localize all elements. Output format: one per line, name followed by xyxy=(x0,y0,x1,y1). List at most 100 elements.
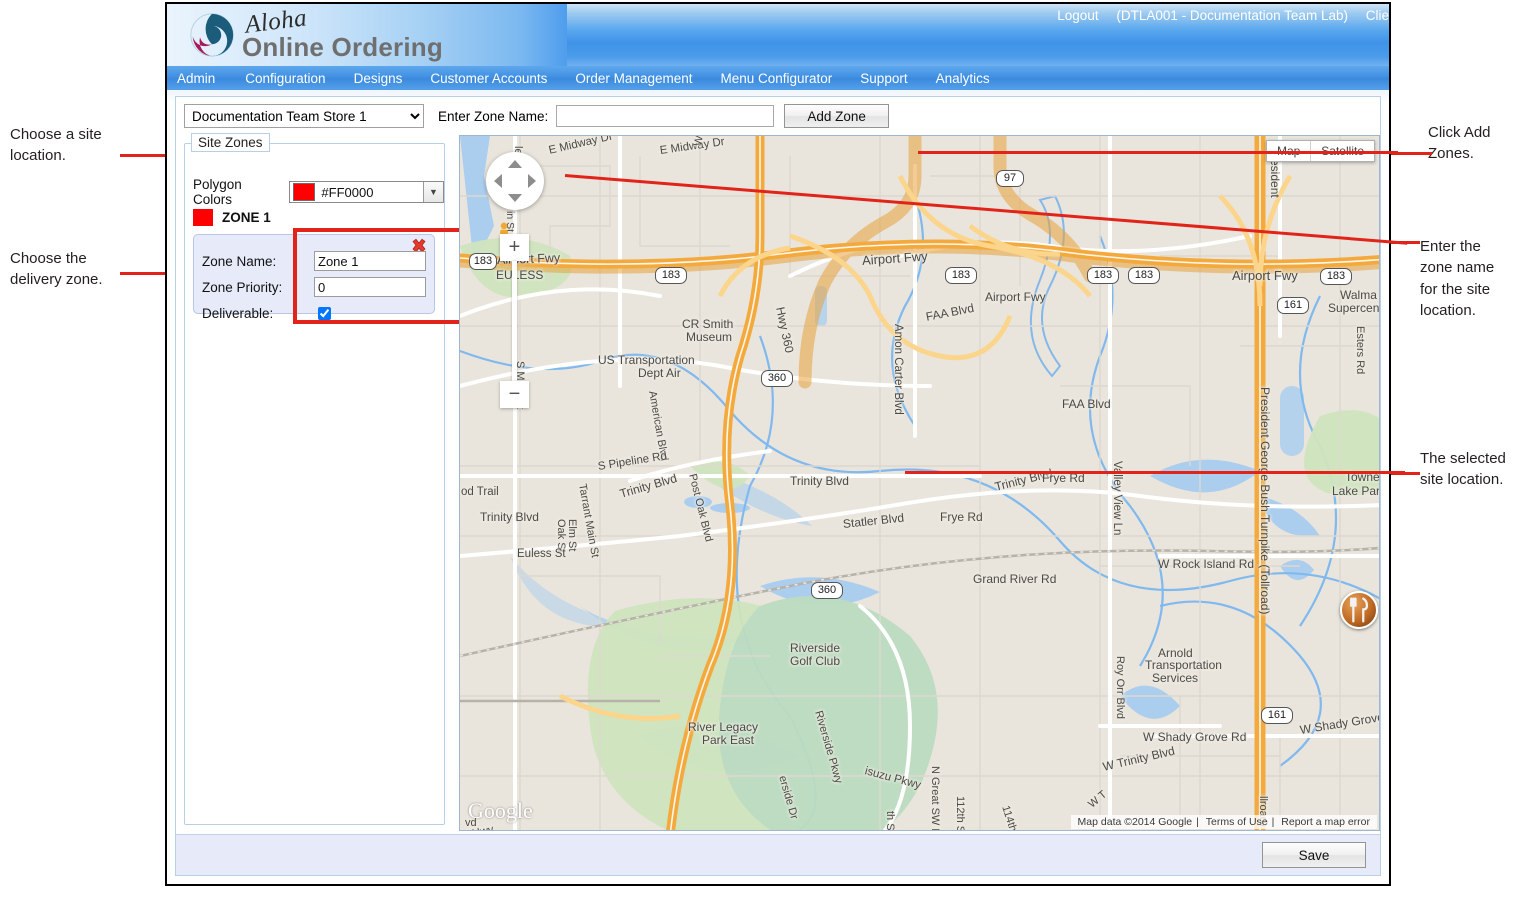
map-label: FAA Blvd xyxy=(1062,397,1111,411)
map-label: Amon Carter Blvd xyxy=(892,324,904,415)
zone-color-swatch xyxy=(193,209,213,226)
nav-item-customer-accounts[interactable]: Customer Accounts xyxy=(430,71,547,86)
site-zones-legend: Site Zones xyxy=(191,133,270,152)
highway-shield: 183 xyxy=(1087,267,1119,284)
map-label: Trinity Blvd xyxy=(790,474,849,488)
logout-link[interactable]: Logout xyxy=(1057,8,1098,23)
map-label: Golf Club xyxy=(790,654,841,668)
footer-bar: Save xyxy=(176,834,1380,875)
zone-name-input[interactable] xyxy=(556,105,775,127)
map-label: W Shady Grove Rd xyxy=(1143,730,1247,744)
highway-shield: 360 xyxy=(811,582,843,599)
map-label: Frye Rd xyxy=(940,510,983,524)
zone-header-row: ZONE 1 xyxy=(193,209,271,226)
content-panel: Documentation Team Store 1 Enter Zone Na… xyxy=(175,96,1381,876)
chevron-down-icon[interactable]: ▼ xyxy=(423,182,443,202)
annotation-enter-zone-name: Enter the zone name for the site locatio… xyxy=(1420,238,1495,319)
map-label: Roy Orr Blvd xyxy=(1114,656,1126,719)
map-label: Riverside xyxy=(790,641,841,655)
highlight-zone-detail xyxy=(293,228,478,324)
map-attribution: Map data ©2014 Google | Terms of Use | Rep… xyxy=(1070,815,1377,829)
map-label: od Trail xyxy=(461,486,499,498)
zoom-out-button[interactable]: − xyxy=(500,381,529,408)
map-label: Trinity Blvd xyxy=(480,510,539,524)
terms-of-use-link[interactable]: Terms of Use xyxy=(1206,816,1268,828)
nav-item-admin[interactable]: Admin xyxy=(177,71,215,86)
map-pan-control[interactable] xyxy=(486,152,544,210)
annotation-click-add-zones: Click Add Zones. xyxy=(1428,124,1491,163)
fork-knife-icon xyxy=(1350,597,1369,623)
nav-item-support[interactable]: Support xyxy=(860,71,907,86)
map-label: CR Smith xyxy=(682,317,734,331)
polygon-colors-label: Polygon Colors xyxy=(193,177,242,207)
zoom-slider-track[interactable] xyxy=(512,261,517,381)
map-label: Airport Fwy xyxy=(985,290,1046,304)
highway-shield: 183 xyxy=(945,267,977,284)
delivery-zone-map[interactable]: E Midway DrE Midway Drler-Wise RdWin StA… xyxy=(459,135,1380,831)
client-link-truncated[interactable]: Clie xyxy=(1366,8,1389,23)
polygon-color-swatch xyxy=(293,183,316,201)
nav-item-analytics[interactable]: Analytics xyxy=(936,71,990,86)
zone-header-label: ZONE 1 xyxy=(222,210,271,225)
save-button[interactable]: Save xyxy=(1262,842,1366,868)
main-navigation: Admin Configuration Designs Customer Acc… xyxy=(167,66,1389,90)
brand-title: Online Ordering xyxy=(242,32,443,62)
aloha-swirl-logo-icon xyxy=(190,13,234,57)
map-label: Dept Air xyxy=(638,366,681,380)
map-data-copyright: Map data ©2014 Google xyxy=(1077,816,1193,828)
callout-line-add-zones xyxy=(918,151,1398,154)
map-label: Park East xyxy=(702,733,755,747)
map-label: 112th St xyxy=(954,796,966,831)
map-label: th St xyxy=(884,811,896,831)
highway-shield: 360 xyxy=(761,370,793,387)
header-account-bar: Logout (DTLA001 - Documentation Team Lab… xyxy=(1043,8,1389,23)
map-label: W Rock Island Rd xyxy=(1158,557,1255,571)
highway-shield: 161 xyxy=(1261,707,1293,724)
nav-item-designs[interactable]: Designs xyxy=(354,71,403,86)
map-label: Services xyxy=(1152,671,1199,685)
nav-item-menu-configurator[interactable]: Menu Configurator xyxy=(720,71,832,86)
highway-shield: 183 xyxy=(655,267,687,284)
map-label: Airport Fwy xyxy=(1232,268,1298,283)
highway-shield: 183 xyxy=(1128,267,1160,284)
map-label: Lake Park xyxy=(1332,484,1380,498)
map-canvas xyxy=(460,136,1379,830)
zoom-in-button[interactable]: + xyxy=(500,234,529,261)
store-location-select[interactable]: Documentation Team Store 1 xyxy=(184,104,424,128)
polygon-color-select[interactable]: #FF0000 ▼ xyxy=(289,181,444,203)
nav-item-order-management[interactable]: Order Management xyxy=(575,71,692,86)
highway-shield: 183 xyxy=(1320,268,1352,285)
pan-compass-icon xyxy=(494,160,536,202)
map-zoom-control[interactable]: + − xyxy=(500,234,529,408)
google-watermark: Google xyxy=(468,798,533,823)
annotation-choose-site-location: Choose a site location. xyxy=(10,126,102,165)
add-zone-button[interactable]: Add Zone xyxy=(784,104,889,128)
restaurant-fork-knife-marker[interactable] xyxy=(1340,591,1378,629)
site-zones-fieldset: Site Zones Polygon Colors #FF0000 ▼ ZONE… xyxy=(184,133,478,825)
map-label: Euless St xyxy=(517,548,566,560)
callout-line-selected-site-location xyxy=(905,471,1405,474)
map-label: River Legacy xyxy=(688,720,759,734)
map-label: Museum xyxy=(686,330,733,344)
app-header: Aloha Online Ordering Logout (DTLA001 - … xyxy=(167,4,1389,66)
nav-item-configuration[interactable]: Configuration xyxy=(245,71,325,86)
map-label: US Transportation xyxy=(598,353,695,367)
zone-editor-split: Site Zones Polygon Colors #FF0000 ▼ ZONE… xyxy=(176,133,1380,831)
map-label: Elm St xyxy=(566,519,578,552)
application-window: Aloha Online Ordering Logout (DTLA001 - … xyxy=(165,2,1391,886)
map-label: Walma xyxy=(1340,288,1377,302)
map-label: N Great SW P xyxy=(929,766,941,831)
highway-shield: 97 xyxy=(996,170,1024,187)
map-label: Supercente xyxy=(1328,301,1380,315)
polygon-colors-row: Polygon Colors #FF0000 ▼ xyxy=(193,177,444,207)
report-map-error-link[interactable]: Report a map error xyxy=(1281,816,1370,828)
map-label: Esters Rd xyxy=(1354,326,1366,375)
map-label: Grand River Rd xyxy=(973,572,1057,586)
polygon-color-value: #FF0000 xyxy=(321,184,374,200)
highway-shield: 183 xyxy=(469,253,497,270)
map-label: W xyxy=(692,135,706,148)
annotation-selected-site-location: The selected site location. xyxy=(1420,450,1506,489)
map-label: Transportation xyxy=(1145,658,1222,672)
site-zones-panel: Site Zones Polygon Colors #FF0000 ▼ ZONE… xyxy=(176,133,478,831)
map-label: President George Bush Turnpike (Tollroad… xyxy=(1258,387,1272,615)
